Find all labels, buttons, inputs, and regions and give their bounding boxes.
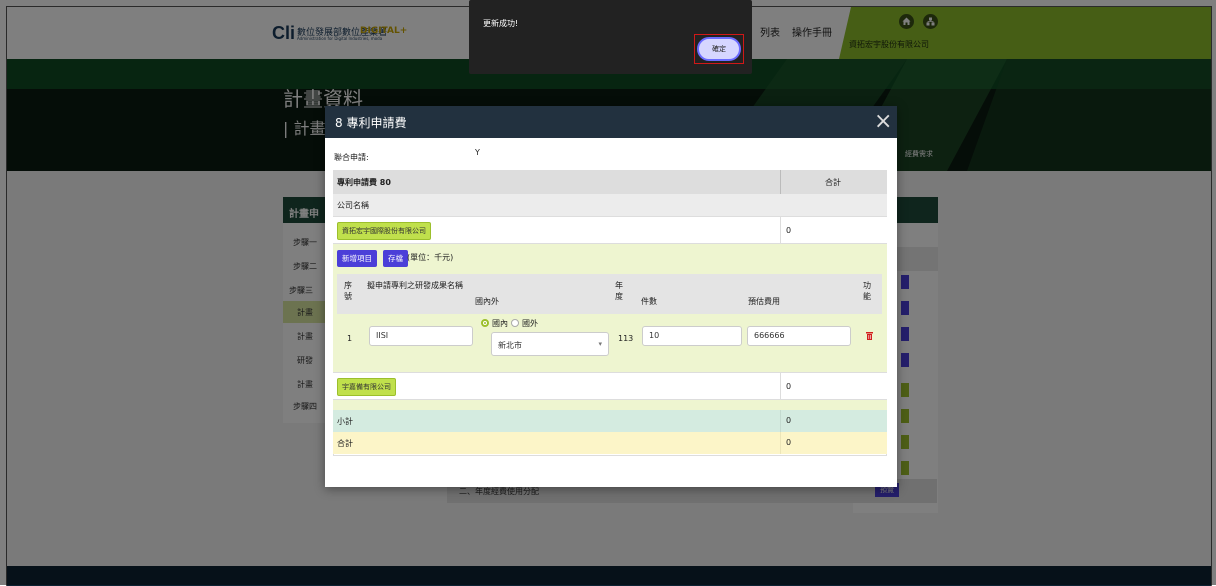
total-value: 0 bbox=[786, 438, 792, 447]
radio-foreign[interactable] bbox=[511, 319, 519, 327]
col-func: 功能 bbox=[863, 281, 871, 301]
table-header-left: 專利申請費 80 bbox=[337, 178, 391, 187]
city-select[interactable]: 新北市 ▾ bbox=[491, 332, 609, 356]
joint-label: 聯合申請: bbox=[334, 153, 369, 162]
company2-divider bbox=[780, 373, 781, 401]
trash-icon[interactable] bbox=[866, 332, 873, 340]
company2-detail bbox=[333, 400, 887, 410]
joint-value: Y bbox=[475, 148, 480, 157]
close-icon[interactable]: × bbox=[874, 111, 892, 133]
total-label: 合計 bbox=[337, 439, 353, 448]
save-button[interactable]: 存檔 bbox=[383, 250, 408, 267]
items-table-header: 序號 擬申請專利之研發成果名稱 國內外 年度 件數 預估費用 功能 bbox=[337, 274, 882, 314]
company1-total: 0 bbox=[786, 226, 792, 235]
radio-domestic[interactable] bbox=[481, 319, 489, 327]
cost-input[interactable]: 666666 bbox=[747, 326, 851, 346]
table-header-total: 合計 bbox=[825, 178, 841, 187]
patent-fee-modal: 8 專利申請費 × 聯合申請: Y 專利申請費 80 合計 公司名稱 資拓宏宇國… bbox=[325, 106, 897, 487]
toast-message: 更新成功! bbox=[483, 19, 519, 28]
col-count: 件數 bbox=[641, 297, 657, 306]
patent-name-input[interactable]: IISI bbox=[369, 326, 473, 346]
row-year: 113 bbox=[618, 334, 634, 343]
company1-name[interactable]: 資拓宏宇國際股份有限公司 bbox=[337, 222, 431, 240]
chevron-down-icon: ▾ bbox=[598, 340, 602, 348]
modal-title: 8 專利申請費 bbox=[335, 116, 407, 130]
subtotal-value: 0 bbox=[786, 416, 792, 425]
total-divider bbox=[780, 432, 781, 454]
items-table-row: 1 IISI 國內 國外 新北市 ▾ 113 10 666666 bbox=[337, 314, 882, 366]
company2-row: 宇嘉備有限公司 0 bbox=[333, 372, 887, 401]
count-input[interactable]: 10 bbox=[642, 326, 742, 346]
table-header-divider bbox=[780, 170, 781, 194]
company1-detail: 新增項目 存檔 (單位：千元) 序號 擬申請專利之研發成果名稱 國內外 年度 件… bbox=[333, 244, 887, 372]
col-domestic: 國內外 bbox=[475, 297, 499, 306]
modal-header: 8 專利申請費 × bbox=[325, 106, 897, 138]
unit-label: (單位：千元) bbox=[407, 253, 454, 262]
company1-row: 資拓宏宇國際股份有限公司 0 bbox=[333, 216, 887, 245]
subtotal-divider bbox=[780, 410, 781, 432]
row-seq: 1 bbox=[347, 334, 353, 343]
company2-total: 0 bbox=[786, 382, 792, 391]
col-cost: 預估費用 bbox=[748, 297, 780, 306]
company1-divider bbox=[780, 217, 781, 245]
col-name: 擬申請專利之研發成果名稱 bbox=[367, 281, 463, 290]
table-header-row: 專利申請費 80 合計 bbox=[333, 170, 887, 194]
company2-name[interactable]: 宇嘉備有限公司 bbox=[337, 378, 396, 396]
subtotal-row: 小計 0 bbox=[333, 410, 887, 432]
company-col-label: 公司名稱 bbox=[337, 201, 369, 210]
city-select-value: 新北市 bbox=[498, 341, 522, 350]
ok-button[interactable]: 確定 bbox=[697, 37, 741, 61]
radio-domestic-label: 國內 bbox=[492, 319, 508, 328]
subtotal-label: 小計 bbox=[337, 417, 353, 426]
radio-foreign-label: 國外 bbox=[522, 319, 538, 328]
total-row: 合計 0 bbox=[333, 432, 887, 454]
col-seq: 序號 bbox=[344, 281, 352, 301]
col-year: 年度 bbox=[615, 281, 623, 301]
company-col-row: 公司名稱 bbox=[333, 194, 887, 216]
add-item-button[interactable]: 新增項目 bbox=[337, 250, 377, 267]
